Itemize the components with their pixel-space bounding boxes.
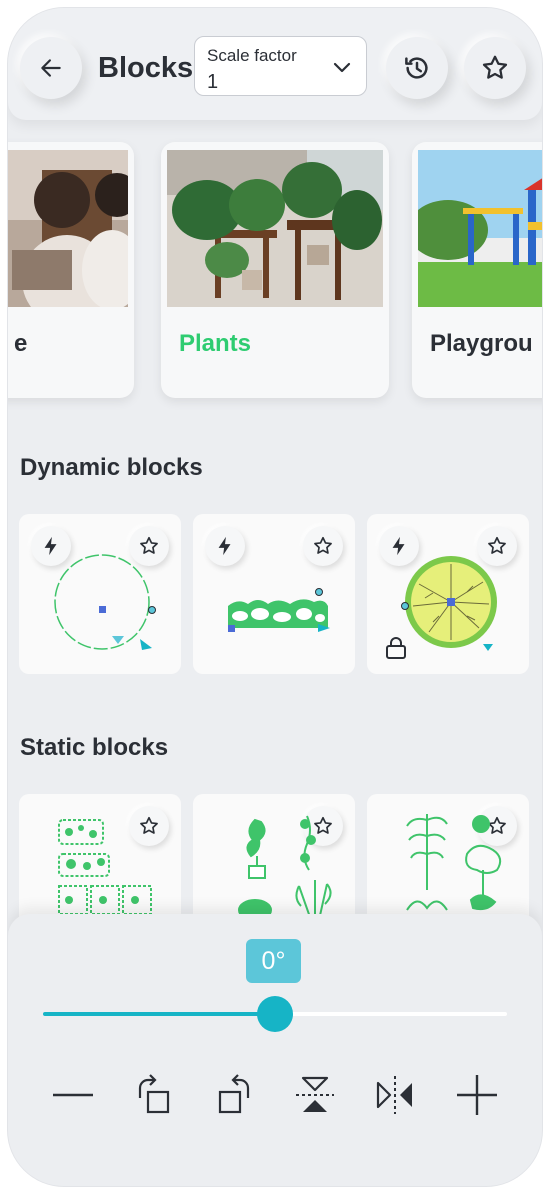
potted-plants-symbol (238, 815, 332, 920)
shrub-patches-symbol (58, 819, 152, 915)
tree-canopy-symbol (401, 556, 497, 651)
category-card-plants[interactable]: Plants (161, 142, 389, 398)
tree-circle-symbol (54, 554, 156, 650)
back-button[interactable] (20, 37, 82, 99)
category-label-active: Plants (179, 330, 252, 357)
scale-factor-label: Scale factor (207, 46, 297, 65)
flip-horizontal-icon (376, 1076, 412, 1114)
star-outline-icon (482, 55, 508, 79)
flip-horizontal-button[interactable] (370, 1070, 420, 1120)
category-card-playground[interactable]: Playgrou (412, 142, 542, 398)
rotation-panel: 0° (8, 914, 542, 1186)
tropical-plants-symbol (406, 814, 502, 911)
category-image-plants (167, 150, 383, 307)
category-image-playground (418, 150, 542, 307)
app-screen: Blocks Scale factor 1 e Plants Playgrou … (8, 8, 542, 1186)
rotate-left-button[interactable] (208, 1070, 258, 1120)
favorites-button[interactable] (464, 37, 526, 99)
star-outline-icon (314, 536, 332, 554)
category-card-people[interactable]: e (8, 142, 134, 398)
header-bar: Blocks Scale factor 1 (8, 8, 542, 120)
dynamic-block-card[interactable] (19, 514, 181, 674)
chevron-down-icon (333, 62, 351, 73)
dynamic-block-card[interactable] (367, 514, 529, 674)
rotation-slider-fill (43, 1012, 275, 1016)
category-image-people (8, 150, 128, 307)
add-button[interactable] (452, 1070, 502, 1120)
static-blocks-title: Static blocks (20, 734, 169, 761)
lock-icon (386, 637, 406, 659)
hedge-row-symbol (228, 588, 330, 632)
rotate-right-icon (138, 1074, 170, 1114)
scale-factor-select[interactable]: Scale factor 1 (194, 36, 367, 96)
dynamic-blocks-title: Dynamic blocks (20, 454, 203, 481)
rotation-angle-badge: 0° (246, 939, 301, 983)
plus-icon (457, 1075, 497, 1115)
rotate-left-icon (218, 1074, 250, 1114)
category-label: e (14, 330, 28, 357)
scale-factor-value: 1 (207, 71, 219, 93)
category-label: Playgrou (430, 330, 533, 357)
rotation-slider-thumb[interactable] (257, 996, 293, 1032)
favorite-block-button[interactable] (303, 526, 343, 566)
dynamic-block-card[interactable] (193, 514, 355, 674)
history-icon (405, 57, 428, 79)
dynamic-block-button[interactable] (205, 526, 245, 566)
lightning-icon (218, 536, 231, 556)
flip-vertical-button[interactable] (290, 1070, 340, 1120)
arrow-left-icon (41, 59, 61, 77)
line-icon (53, 1093, 93, 1097)
flip-vertical-icon (296, 1076, 334, 1112)
history-button[interactable] (386, 37, 448, 99)
rotate-right-button[interactable] (130, 1070, 180, 1120)
line-tool-button[interactable] (48, 1070, 98, 1120)
page-title: Blocks (98, 52, 194, 84)
